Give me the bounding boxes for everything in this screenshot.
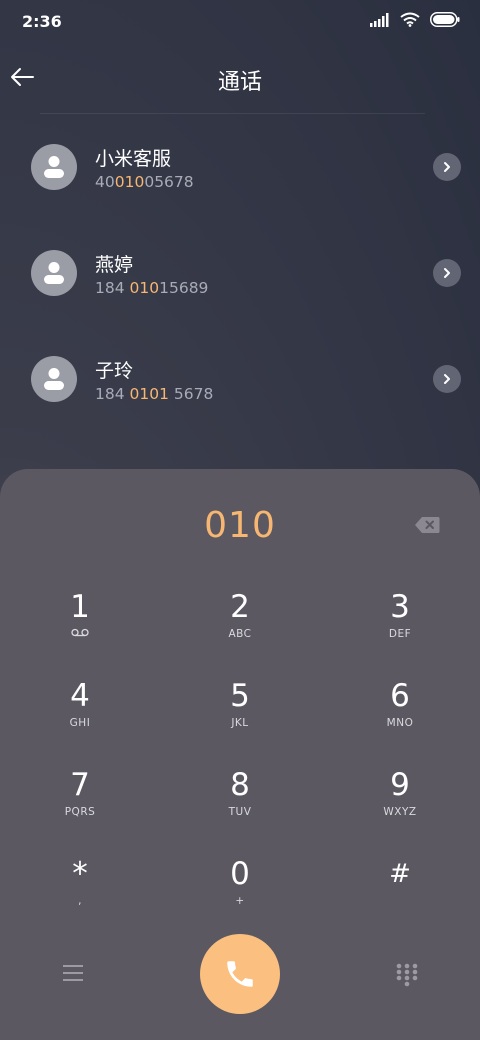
- key-9[interactable]: 9 WXYZ: [320, 765, 480, 854]
- phone-icon: [227, 961, 253, 987]
- status-time: 2:36: [22, 12, 62, 31]
- signal-icon: [370, 12, 389, 27]
- key-letters: MNO: [386, 717, 414, 729]
- contact-name: 子玲: [95, 360, 134, 382]
- key-digit: 1: [70, 589, 90, 625]
- backspace-button[interactable]: [414, 516, 440, 534]
- key-0[interactable]: 0 +: [160, 854, 320, 943]
- key-letters: WXYZ: [383, 806, 417, 818]
- page-title: 通话: [217, 70, 262, 95]
- chevron-right-icon: [444, 374, 450, 384]
- key-6[interactable]: 6 MNO: [320, 676, 480, 765]
- key-3[interactable]: 3 DEF: [320, 587, 480, 676]
- key-2[interactable]: 2 ABC: [160, 587, 320, 676]
- status-icons: [370, 12, 460, 27]
- key-7[interactable]: 7 PQRS: [0, 765, 160, 854]
- key-digit: *: [72, 856, 88, 892]
- key-digit: #: [389, 859, 411, 889]
- key-letters: TUV: [228, 806, 252, 818]
- dialpad-panel: 010 1 2 ABC 3 DEF 4 GHI 5 JKL 6 MNO 7 PQ…: [0, 469, 480, 1040]
- key-digit: 0: [230, 856, 250, 892]
- wifi-icon: [400, 12, 420, 27]
- person-icon: [44, 156, 64, 178]
- key-letters: GHI: [69, 717, 91, 729]
- key-letters: JKL: [231, 717, 249, 729]
- contact-item[interactable]: 子玲 184 0101 5678: [0, 328, 480, 434]
- contact-name: 燕婷: [95, 254, 134, 276]
- call-button[interactable]: [200, 934, 280, 1014]
- contact-number: 184 01015689: [95, 279, 209, 297]
- key-5[interactable]: 5 JKL: [160, 676, 320, 765]
- key-star[interactable]: * ,: [0, 854, 160, 943]
- menu-icon: [63, 965, 83, 981]
- chevron-right-icon: [444, 268, 450, 278]
- key-letters: +: [235, 895, 245, 907]
- dialpad-bottom-bar: [0, 934, 480, 1014]
- key-digit: 7: [70, 767, 90, 803]
- backspace-icon: [415, 517, 440, 533]
- header: 通话: [0, 50, 480, 110]
- key-digit: 8: [230, 767, 250, 803]
- status-bar: 2:36: [0, 0, 480, 44]
- voicemail-icon: [71, 628, 89, 637]
- key-letters: [0, 628, 160, 640]
- key-digit: 2: [230, 589, 250, 625]
- contact-item[interactable]: 燕婷 184 01015689: [0, 222, 480, 328]
- keypad-icon: [396, 963, 418, 987]
- contact-details-button[interactable]: [433, 153, 461, 181]
- key-4[interactable]: 4 GHI: [0, 676, 160, 765]
- contact-name: 小米客服: [95, 148, 172, 170]
- header-divider: [40, 113, 425, 114]
- key-digit: 5: [230, 678, 250, 714]
- contact-details-button[interactable]: [433, 259, 461, 287]
- number-match-highlight: 0101: [129, 385, 169, 403]
- key-digit: 4: [70, 678, 90, 714]
- contact-item[interactable]: 小米客服 4001005678: [0, 116, 480, 222]
- avatar: [31, 250, 77, 296]
- contact-number: 184 0101 5678: [95, 385, 214, 403]
- key-digit: 6: [390, 678, 410, 714]
- menu-button[interactable]: [63, 964, 83, 982]
- avatar: [31, 356, 77, 402]
- chevron-right-icon: [444, 162, 450, 172]
- keypad-toggle-button[interactable]: [396, 963, 418, 987]
- number-match-highlight: 010: [129, 279, 160, 297]
- key-letters: ,: [78, 895, 82, 907]
- avatar: [31, 144, 77, 190]
- number-match-highlight: 010: [114, 173, 145, 191]
- key-hash[interactable]: #: [320, 854, 480, 943]
- key-letters: ABC: [228, 628, 252, 640]
- contact-number: 4001005678: [95, 173, 194, 191]
- person-icon: [44, 368, 64, 390]
- key-digit: 9: [390, 767, 410, 803]
- key-letters: PQRS: [64, 806, 96, 818]
- key-digit: 3: [390, 589, 410, 625]
- key-8[interactable]: 8 TUV: [160, 765, 320, 854]
- key-letters: DEF: [388, 628, 412, 640]
- key-1[interactable]: 1: [0, 587, 160, 676]
- battery-icon: [430, 12, 460, 27]
- contact-list: 小米客服 4001005678 燕婷 184 01015689 子玲 184 0…: [0, 116, 480, 434]
- dialed-number: 010: [204, 505, 276, 546]
- person-icon: [44, 262, 64, 284]
- contact-details-button[interactable]: [433, 365, 461, 393]
